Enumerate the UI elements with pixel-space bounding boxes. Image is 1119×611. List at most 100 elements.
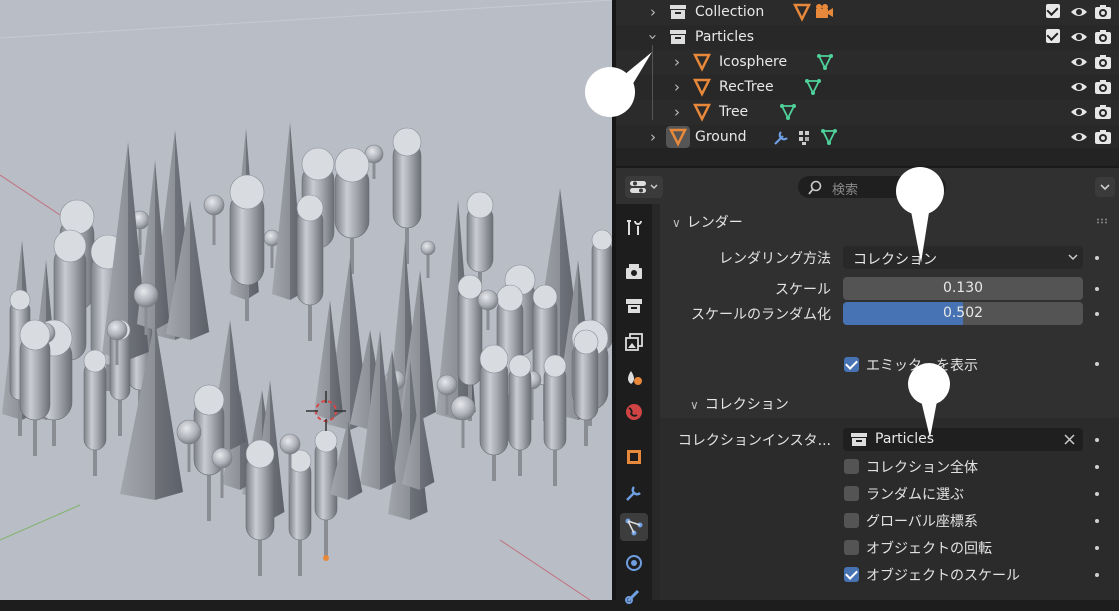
instance-collection-field[interactable]: Particles xyxy=(843,428,1083,451)
eye-icon[interactable] xyxy=(1070,128,1088,146)
mesh-data-icon xyxy=(817,54,833,71)
animate-property-dot[interactable] xyxy=(1095,465,1099,469)
exclude-checkbox[interactable] xyxy=(1046,29,1060,43)
animate-property-dot[interactable] xyxy=(1095,438,1099,442)
outliner-footer xyxy=(616,148,1119,166)
tab-particles[interactable] xyxy=(620,513,648,541)
tab-output[interactable] xyxy=(620,292,648,320)
animate-property-dot[interactable] xyxy=(1095,573,1099,577)
camera-render-icon[interactable] xyxy=(1094,103,1112,121)
pick-random-checkbox[interactable] xyxy=(844,486,859,501)
camera-render-icon[interactable] xyxy=(1094,53,1112,71)
wrench-icon xyxy=(626,486,641,501)
properties-panel: ∨ レンダー レンダリング方法 コレクション スケール 0.130 スケールのラン… xyxy=(652,204,1119,600)
camera-render-icon[interactable] xyxy=(1094,3,1112,21)
cylinder-tree xyxy=(83,349,107,476)
animate-property-dot[interactable] xyxy=(1095,312,1099,316)
object-rotation-checkbox[interactable] xyxy=(844,540,859,555)
callout-bubble-collection-instance xyxy=(908,363,950,438)
eye-icon[interactable] xyxy=(1070,53,1088,71)
icosphere-tree xyxy=(203,194,225,245)
callout-bubble-outliner xyxy=(585,52,652,117)
exclude-checkbox[interactable] xyxy=(1046,4,1060,18)
render-as-dropdown[interactable]: コレクション xyxy=(843,246,1083,269)
3d-viewport[interactable] xyxy=(0,0,612,600)
outliner-row-rectree[interactable]: › RecTree xyxy=(616,75,1119,100)
options-dropdown-button[interactable] xyxy=(1095,177,1115,197)
section-header-collection[interactable]: ∨ コレクション xyxy=(690,394,789,418)
outliner[interactable]: › Collection › Particles › Icosphere › R… xyxy=(616,0,1119,166)
expand-chevron-icon[interactable]: › xyxy=(646,128,660,146)
instance-collection-label: コレクションインスタ... xyxy=(677,433,831,449)
tab-physics[interactable] xyxy=(620,549,648,577)
outliner-label: RecTree xyxy=(719,79,774,95)
outliner-row-icosphere[interactable]: › Icosphere xyxy=(616,50,1119,75)
mesh-object-icon xyxy=(692,78,712,97)
tab-modifiers[interactable] xyxy=(620,479,648,507)
outliner-row-tree[interactable]: › Tree xyxy=(616,100,1119,125)
tab-world[interactable] xyxy=(620,398,648,426)
viewport-scene xyxy=(0,0,612,600)
global-coordinates-checkbox[interactable] xyxy=(844,513,859,528)
scale-randomness-slider[interactable]: 0.502 xyxy=(843,302,1083,325)
mesh-data-icon xyxy=(805,79,821,96)
animate-property-dot[interactable] xyxy=(1095,519,1099,523)
eye-icon[interactable] xyxy=(1070,103,1088,121)
render-icon xyxy=(626,264,642,279)
properties-header: 検索 xyxy=(616,166,1119,206)
expand-chevron-icon[interactable]: › xyxy=(646,3,660,21)
animate-property-dot[interactable] xyxy=(1095,256,1099,260)
tab-scene[interactable] xyxy=(620,364,648,392)
outliner-row-collection[interactable]: › Collection xyxy=(616,0,1119,25)
animate-property-dot[interactable] xyxy=(1095,546,1099,550)
cylinder-tree xyxy=(334,147,370,274)
eye-icon[interactable] xyxy=(1070,78,1088,96)
cylinder-tree xyxy=(19,319,51,456)
animate-property-dot[interactable] xyxy=(1095,287,1099,291)
animate-property-dot[interactable] xyxy=(1095,362,1099,366)
outliner-row-ground[interactable]: › Ground xyxy=(616,125,1119,150)
camera-render-icon[interactable] xyxy=(1094,28,1112,46)
tab-constraints[interactable] xyxy=(620,583,648,611)
cylinder-tree xyxy=(245,439,275,576)
drag-handle-icon[interactable] xyxy=(1096,218,1110,224)
camera-render-icon[interactable] xyxy=(1094,128,1112,146)
editor-type-button[interactable] xyxy=(625,176,663,198)
expand-chevron-icon[interactable]: › xyxy=(670,53,684,71)
collection-icon xyxy=(670,30,686,44)
expand-chevron-icon[interactable]: › xyxy=(670,103,684,121)
output-icon xyxy=(626,299,642,313)
tab-tool[interactable] xyxy=(620,214,648,242)
pick-random-label: ランダムに選ぶ xyxy=(866,487,964,503)
cylinder-tree xyxy=(543,354,567,486)
cylinder-tree xyxy=(479,344,509,481)
object-rotation-label: オブジェクトの回転 xyxy=(866,541,992,557)
cylinder-tree xyxy=(288,449,312,576)
object-scale-label: オブジェクトのスケール xyxy=(866,568,1020,584)
particles-icon xyxy=(625,518,643,536)
section-header-render[interactable]: ∨ レンダー xyxy=(672,212,743,236)
outliner-label: Particles xyxy=(695,29,755,45)
tab-view-layer[interactable] xyxy=(620,328,648,356)
scale-value: 0.130 xyxy=(942,280,984,296)
animate-property-dot[interactable] xyxy=(1095,492,1099,496)
scale-field[interactable]: 0.130 xyxy=(843,277,1083,300)
particle-render-panel: ∨ レンダー レンダリング方法 コレクション スケール 0.130 スケールのラン… xyxy=(660,204,1119,600)
properties-tabs xyxy=(616,204,652,604)
show-emitter-checkbox[interactable] xyxy=(844,357,859,372)
tab-render[interactable] xyxy=(620,258,648,286)
outliner-row-particles[interactable]: › Particles xyxy=(616,25,1119,50)
tab-object[interactable] xyxy=(620,443,648,471)
camera-render-icon[interactable] xyxy=(1094,78,1112,96)
whole-collection-checkbox[interactable] xyxy=(844,459,859,474)
expand-chevron-icon[interactable]: › xyxy=(670,78,684,96)
mesh-object-icon xyxy=(692,53,712,72)
eye-icon[interactable] xyxy=(1070,28,1088,46)
object-scale-checkbox[interactable] xyxy=(844,567,859,582)
eye-icon[interactable] xyxy=(1070,3,1088,21)
close-icon[interactable] xyxy=(1064,434,1075,445)
object-icon xyxy=(627,450,641,464)
collapse-chevron-icon[interactable]: › xyxy=(644,30,662,44)
chevron-down-icon: ∨ xyxy=(672,216,681,230)
scale-label: スケール xyxy=(775,282,831,298)
